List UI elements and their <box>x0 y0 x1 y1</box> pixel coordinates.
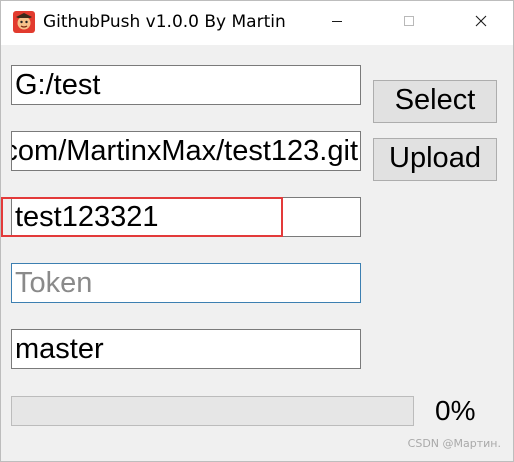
commit-message-field[interactable] <box>11 197 361 237</box>
folder-path-field[interactable] <box>11 65 361 105</box>
token-field[interactable] <box>11 263 361 303</box>
upload-button-label: Upload <box>389 142 481 174</box>
minimize-icon <box>331 14 343 32</box>
upload-button[interactable]: Upload <box>373 138 497 181</box>
select-button[interactable]: Select <box>373 80 497 123</box>
upload-progress-bar <box>11 396 414 426</box>
progress-percent-label: 0% <box>435 395 476 426</box>
app-window: GithubPush v1.0.0 By Martin Select Uploa… <box>0 0 514 462</box>
close-button[interactable] <box>457 1 505 45</box>
branch-field[interactable] <box>11 329 361 369</box>
select-button-label: Select <box>394 84 476 116</box>
watermark: CSDN @Мартин. <box>407 437 501 450</box>
app-logo-icon <box>13 11 35 33</box>
close-icon <box>475 14 487 32</box>
repo-url-field[interactable] <box>11 131 361 171</box>
minimize-button[interactable] <box>313 1 361 45</box>
maximize-icon <box>403 14 415 32</box>
title-bar[interactable]: GithubPush v1.0.0 By Martin <box>1 1 513 45</box>
window-title: GithubPush v1.0.0 By Martin <box>43 12 286 32</box>
maximize-button[interactable] <box>385 1 433 45</box>
